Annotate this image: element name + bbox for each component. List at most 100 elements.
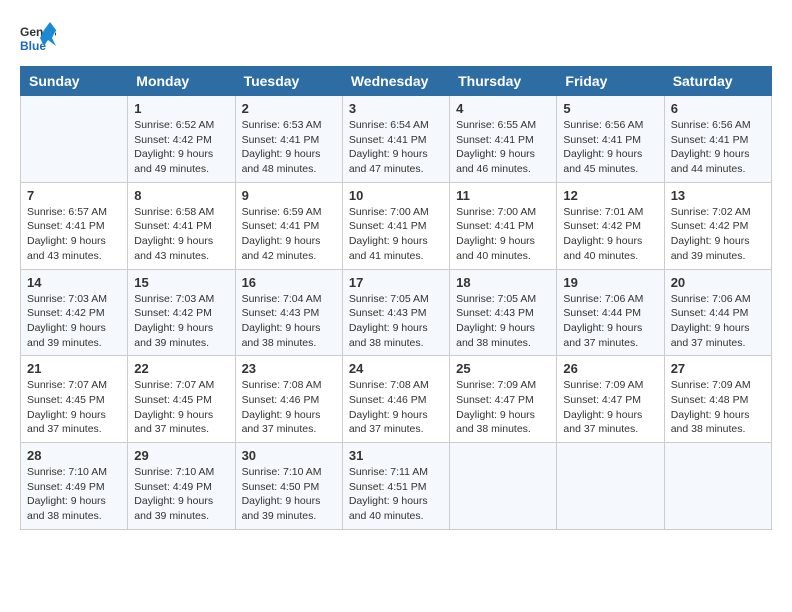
calendar-cell: 29 Sunrise: 7:10 AMSunset: 4:49 PMDaylig… (128, 443, 235, 530)
calendar-cell: 9 Sunrise: 6:59 AMSunset: 4:41 PMDayligh… (235, 182, 342, 269)
day-header-friday: Friday (557, 67, 664, 96)
cell-info: Sunrise: 7:10 AMSunset: 4:49 PMDaylight:… (27, 466, 107, 522)
day-header-saturday: Saturday (664, 67, 771, 96)
cell-info: Sunrise: 7:03 AMSunset: 4:42 PMDaylight:… (27, 293, 107, 349)
cell-info: Sunrise: 7:06 AMSunset: 4:44 PMDaylight:… (563, 293, 643, 349)
calendar-cell (664, 443, 771, 530)
cell-info: Sunrise: 7:01 AMSunset: 4:42 PMDaylight:… (563, 206, 643, 262)
date-number: 18 (456, 275, 550, 290)
calendar-cell: 26 Sunrise: 7:09 AMSunset: 4:47 PMDaylig… (557, 356, 664, 443)
date-number: 9 (242, 188, 336, 203)
date-number: 5 (563, 101, 657, 116)
date-number: 8 (134, 188, 228, 203)
date-number: 29 (134, 448, 228, 463)
calendar-week-row: 21 Sunrise: 7:07 AMSunset: 4:45 PMDaylig… (21, 356, 772, 443)
cell-info: Sunrise: 6:58 AMSunset: 4:41 PMDaylight:… (134, 206, 214, 262)
calendar-week-row: 28 Sunrise: 7:10 AMSunset: 4:49 PMDaylig… (21, 443, 772, 530)
cell-info: Sunrise: 6:56 AMSunset: 4:41 PMDaylight:… (563, 119, 643, 175)
date-number: 24 (349, 361, 443, 376)
logo: General Blue (20, 20, 56, 56)
date-number: 16 (242, 275, 336, 290)
calendar-cell: 19 Sunrise: 7:06 AMSunset: 4:44 PMDaylig… (557, 269, 664, 356)
cell-info: Sunrise: 6:55 AMSunset: 4:41 PMDaylight:… (456, 119, 536, 175)
date-number: 23 (242, 361, 336, 376)
calendar-cell: 4 Sunrise: 6:55 AMSunset: 4:41 PMDayligh… (450, 96, 557, 183)
calendar-cell: 20 Sunrise: 7:06 AMSunset: 4:44 PMDaylig… (664, 269, 771, 356)
calendar-table: SundayMondayTuesdayWednesdayThursdayFrid… (20, 66, 772, 530)
calendar-cell (450, 443, 557, 530)
day-header-thursday: Thursday (450, 67, 557, 96)
cell-info: Sunrise: 6:54 AMSunset: 4:41 PMDaylight:… (349, 119, 429, 175)
calendar-cell: 23 Sunrise: 7:08 AMSunset: 4:46 PMDaylig… (235, 356, 342, 443)
cell-info: Sunrise: 7:00 AMSunset: 4:41 PMDaylight:… (456, 206, 536, 262)
date-number: 10 (349, 188, 443, 203)
date-number: 7 (27, 188, 121, 203)
day-header-sunday: Sunday (21, 67, 128, 96)
calendar-cell: 12 Sunrise: 7:01 AMSunset: 4:42 PMDaylig… (557, 182, 664, 269)
page-header: General Blue (20, 20, 772, 56)
cell-info: Sunrise: 7:09 AMSunset: 4:47 PMDaylight:… (563, 379, 643, 435)
date-number: 4 (456, 101, 550, 116)
cell-info: Sunrise: 7:10 AMSunset: 4:49 PMDaylight:… (134, 466, 214, 522)
calendar-cell: 30 Sunrise: 7:10 AMSunset: 4:50 PMDaylig… (235, 443, 342, 530)
date-number: 1 (134, 101, 228, 116)
cell-info: Sunrise: 7:11 AMSunset: 4:51 PMDaylight:… (349, 466, 428, 522)
day-header-tuesday: Tuesday (235, 67, 342, 96)
calendar-cell: 15 Sunrise: 7:03 AMSunset: 4:42 PMDaylig… (128, 269, 235, 356)
cell-info: Sunrise: 7:00 AMSunset: 4:41 PMDaylight:… (349, 206, 429, 262)
cell-info: Sunrise: 7:08 AMSunset: 4:46 PMDaylight:… (242, 379, 322, 435)
cell-info: Sunrise: 7:02 AMSunset: 4:42 PMDaylight:… (671, 206, 751, 262)
cell-info: Sunrise: 7:08 AMSunset: 4:46 PMDaylight:… (349, 379, 429, 435)
cell-info: Sunrise: 6:56 AMSunset: 4:41 PMDaylight:… (671, 119, 751, 175)
cell-info: Sunrise: 6:57 AMSunset: 4:41 PMDaylight:… (27, 206, 107, 262)
calendar-cell: 17 Sunrise: 7:05 AMSunset: 4:43 PMDaylig… (342, 269, 449, 356)
day-header-wednesday: Wednesday (342, 67, 449, 96)
cell-info: Sunrise: 7:10 AMSunset: 4:50 PMDaylight:… (242, 466, 322, 522)
date-number: 27 (671, 361, 765, 376)
date-number: 14 (27, 275, 121, 290)
date-number: 6 (671, 101, 765, 116)
calendar-cell: 8 Sunrise: 6:58 AMSunset: 4:41 PMDayligh… (128, 182, 235, 269)
calendar-cell: 10 Sunrise: 7:00 AMSunset: 4:41 PMDaylig… (342, 182, 449, 269)
calendar-cell: 7 Sunrise: 6:57 AMSunset: 4:41 PMDayligh… (21, 182, 128, 269)
cell-info: Sunrise: 6:52 AMSunset: 4:42 PMDaylight:… (134, 119, 214, 175)
calendar-cell: 21 Sunrise: 7:07 AMSunset: 4:45 PMDaylig… (21, 356, 128, 443)
calendar-cell (557, 443, 664, 530)
calendar-cell: 22 Sunrise: 7:07 AMSunset: 4:45 PMDaylig… (128, 356, 235, 443)
calendar-week-row: 1 Sunrise: 6:52 AMSunset: 4:42 PMDayligh… (21, 96, 772, 183)
calendar-header-row: SundayMondayTuesdayWednesdayThursdayFrid… (21, 67, 772, 96)
date-number: 20 (671, 275, 765, 290)
date-number: 2 (242, 101, 336, 116)
cell-info: Sunrise: 7:05 AMSunset: 4:43 PMDaylight:… (456, 293, 536, 349)
cell-info: Sunrise: 7:09 AMSunset: 4:48 PMDaylight:… (671, 379, 751, 435)
cell-info: Sunrise: 6:53 AMSunset: 4:41 PMDaylight:… (242, 119, 322, 175)
calendar-week-row: 14 Sunrise: 7:03 AMSunset: 4:42 PMDaylig… (21, 269, 772, 356)
date-number: 22 (134, 361, 228, 376)
cell-info: Sunrise: 7:06 AMSunset: 4:44 PMDaylight:… (671, 293, 751, 349)
cell-info: Sunrise: 7:04 AMSunset: 4:43 PMDaylight:… (242, 293, 322, 349)
calendar-cell: 18 Sunrise: 7:05 AMSunset: 4:43 PMDaylig… (450, 269, 557, 356)
date-number: 26 (563, 361, 657, 376)
calendar-cell: 31 Sunrise: 7:11 AMSunset: 4:51 PMDaylig… (342, 443, 449, 530)
cell-info: Sunrise: 7:03 AMSunset: 4:42 PMDaylight:… (134, 293, 214, 349)
date-number: 3 (349, 101, 443, 116)
calendar-cell: 13 Sunrise: 7:02 AMSunset: 4:42 PMDaylig… (664, 182, 771, 269)
cell-info: Sunrise: 7:05 AMSunset: 4:43 PMDaylight:… (349, 293, 429, 349)
calendar-cell: 5 Sunrise: 6:56 AMSunset: 4:41 PMDayligh… (557, 96, 664, 183)
date-number: 28 (27, 448, 121, 463)
day-header-monday: Monday (128, 67, 235, 96)
calendar-cell: 2 Sunrise: 6:53 AMSunset: 4:41 PMDayligh… (235, 96, 342, 183)
calendar-cell: 16 Sunrise: 7:04 AMSunset: 4:43 PMDaylig… (235, 269, 342, 356)
cell-info: Sunrise: 7:09 AMSunset: 4:47 PMDaylight:… (456, 379, 536, 435)
date-number: 30 (242, 448, 336, 463)
calendar-cell: 28 Sunrise: 7:10 AMSunset: 4:49 PMDaylig… (21, 443, 128, 530)
calendar-cell: 1 Sunrise: 6:52 AMSunset: 4:42 PMDayligh… (128, 96, 235, 183)
calendar-cell: 27 Sunrise: 7:09 AMSunset: 4:48 PMDaylig… (664, 356, 771, 443)
date-number: 13 (671, 188, 765, 203)
logo-svg: General Blue (20, 20, 56, 56)
date-number: 25 (456, 361, 550, 376)
date-number: 31 (349, 448, 443, 463)
date-number: 12 (563, 188, 657, 203)
calendar-cell: 24 Sunrise: 7:08 AMSunset: 4:46 PMDaylig… (342, 356, 449, 443)
date-number: 21 (27, 361, 121, 376)
